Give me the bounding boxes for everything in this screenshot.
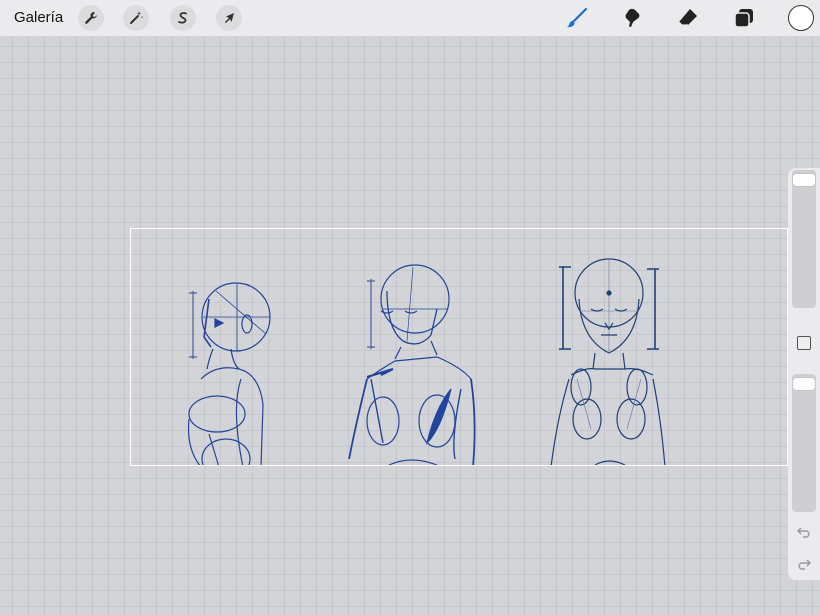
- gallery-button[interactable]: Galería: [14, 9, 63, 26]
- selection-button[interactable]: [170, 5, 196, 31]
- color-picker-button[interactable]: [788, 5, 814, 31]
- profile-figure: [187, 282, 271, 465]
- opacity-slider[interactable]: [792, 374, 816, 512]
- smudge-button[interactable]: [620, 6, 644, 30]
- paint-button[interactable]: [565, 6, 589, 30]
- three-quarter-figure: [348, 264, 476, 465]
- front-figure: [550, 258, 666, 465]
- actions-button[interactable]: [78, 5, 104, 31]
- smudge-icon: [625, 8, 640, 27]
- drawing-canvas[interactable]: [130, 228, 788, 466]
- wrench-icon: [85, 12, 97, 24]
- undo-arrow-icon[interactable]: [796, 524, 812, 540]
- adjustments-button[interactable]: [123, 5, 149, 31]
- modify-button[interactable]: [797, 336, 811, 350]
- brush-size-slider[interactable]: [792, 170, 816, 308]
- sketch-artwork: [187, 258, 666, 465]
- transform-button[interactable]: [216, 5, 242, 31]
- eraser-icon: [678, 9, 697, 26]
- opacity-thumb[interactable]: [793, 378, 815, 390]
- eraser-button[interactable]: [676, 6, 700, 30]
- arrow-cursor-icon: [225, 13, 234, 23]
- layers-icon: [734, 9, 753, 28]
- sidebar: [788, 168, 820, 580]
- redo-arrow-icon[interactable]: [796, 556, 812, 572]
- brush-size-thumb[interactable]: [793, 174, 815, 186]
- selection-s-icon: [178, 12, 187, 24]
- layers-button[interactable]: [732, 6, 756, 30]
- magic-wand-icon: [130, 11, 144, 24]
- top-toolbar: Galería: [0, 0, 820, 37]
- brush-icon: [567, 7, 588, 28]
